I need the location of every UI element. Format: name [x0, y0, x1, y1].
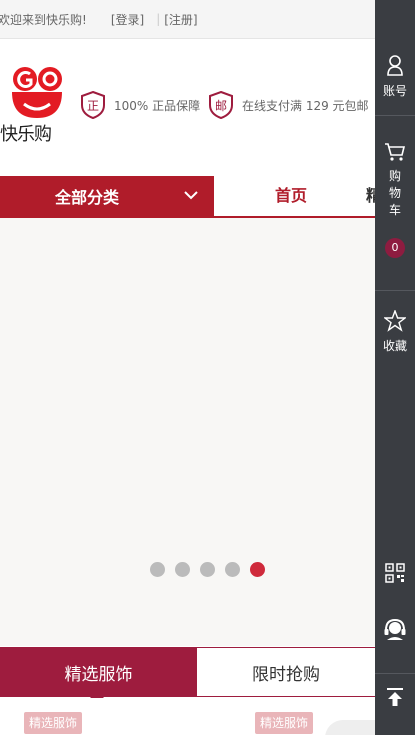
cart-label-char: 购	[388, 169, 401, 183]
headset-icon	[384, 618, 406, 640]
topbar-separator: |	[156, 12, 161, 26]
svg-text:正: 正	[87, 99, 99, 113]
badge-shipping-text: 在线支付满 129 元包邮	[242, 98, 369, 113]
tab-flash-sale-label: 限时抢购	[252, 664, 320, 685]
nav-item-home[interactable]: 首页	[275, 176, 307, 216]
right-sidebar: 账号 购 物 车 0 收藏	[375, 0, 415, 735]
all-categories-button[interactable]: 全部分类	[0, 176, 214, 216]
header: 快乐购 正 100% 正品保障 邮 在线支付满 129 元包邮	[0, 39, 375, 175]
nav-item-featured[interactable]: 精	[366, 176, 375, 216]
badge-genuine: 正 100% 正品保障	[80, 91, 200, 119]
star-icon	[384, 310, 406, 332]
cart-count-badge: 0	[385, 238, 405, 258]
svg-text:邮: 邮	[215, 99, 227, 113]
favorites-label: 收藏	[382, 339, 407, 353]
sidebar-qrcode[interactable]	[375, 563, 415, 583]
user-icon	[387, 55, 403, 76]
sidebar-account[interactable]: 账号	[375, 54, 415, 99]
account-label: 账号	[382, 84, 407, 98]
cart-label-char: 车	[388, 203, 401, 217]
section-tabs: 精选服饰 限时抢购	[0, 647, 375, 704]
tab-featured-apparel[interactable]: 精选服饰	[0, 647, 197, 704]
carousel-dot-1[interactable]	[150, 562, 165, 577]
sidebar-cart[interactable]: 购 物 车	[375, 142, 415, 219]
carousel-dot-5-active[interactable]	[250, 562, 265, 577]
login-link[interactable]: [登录]	[111, 11, 144, 28]
carousel-dot-2[interactable]	[175, 562, 190, 577]
badge-genuine-text: 100% 正品保障	[114, 98, 201, 113]
banner-carousel[interactable]	[0, 218, 375, 646]
carousel-dot-3[interactable]	[200, 562, 215, 577]
product-tag: 精选服饰	[255, 712, 314, 734]
chevron-down-icon	[184, 191, 198, 200]
cart-label-char: 物	[388, 186, 401, 200]
shield-genuine-icon: 正	[81, 91, 105, 119]
badge-free-shipping: 邮 在线支付满 129 元包邮	[208, 91, 369, 119]
site-logo[interactable]: 快乐购	[0, 64, 78, 145]
cart-icon	[385, 143, 406, 161]
register-link[interactable]: [注册]	[164, 11, 197, 28]
top-bar: 欢迎来到快乐购! [登录] | [注册]	[0, 0, 375, 39]
sidebar-customer-service[interactable]	[375, 618, 415, 642]
tab-featured-apparel-label: 精选服饰	[64, 664, 133, 685]
product-cards: 精选服饰 精选服饰	[0, 698, 375, 735]
sidebar-divider	[375, 673, 415, 674]
carousel-dot-4[interactable]	[225, 562, 240, 577]
sidebar-divider	[375, 290, 415, 291]
sidebar-divider	[375, 115, 415, 116]
all-categories-label: 全部分类	[55, 188, 120, 207]
shield-shipping-icon: 邮	[209, 91, 233, 119]
logo-text: 快乐购	[0, 124, 52, 145]
sidebar-favorites[interactable]: 收藏	[375, 310, 415, 354]
main-nav: 全部分类 首页 精	[0, 176, 375, 218]
tab-flash-sale[interactable]: 限时抢购	[197, 647, 375, 697]
product-image[interactable]	[325, 720, 375, 735]
arrow-up-icon	[387, 688, 403, 706]
qrcode-icon	[385, 563, 405, 583]
back-to-top-button[interactable]	[375, 687, 415, 707]
welcome-text: 欢迎来到快乐购!	[0, 12, 87, 27]
product-tag: 精选服饰	[24, 712, 83, 734]
